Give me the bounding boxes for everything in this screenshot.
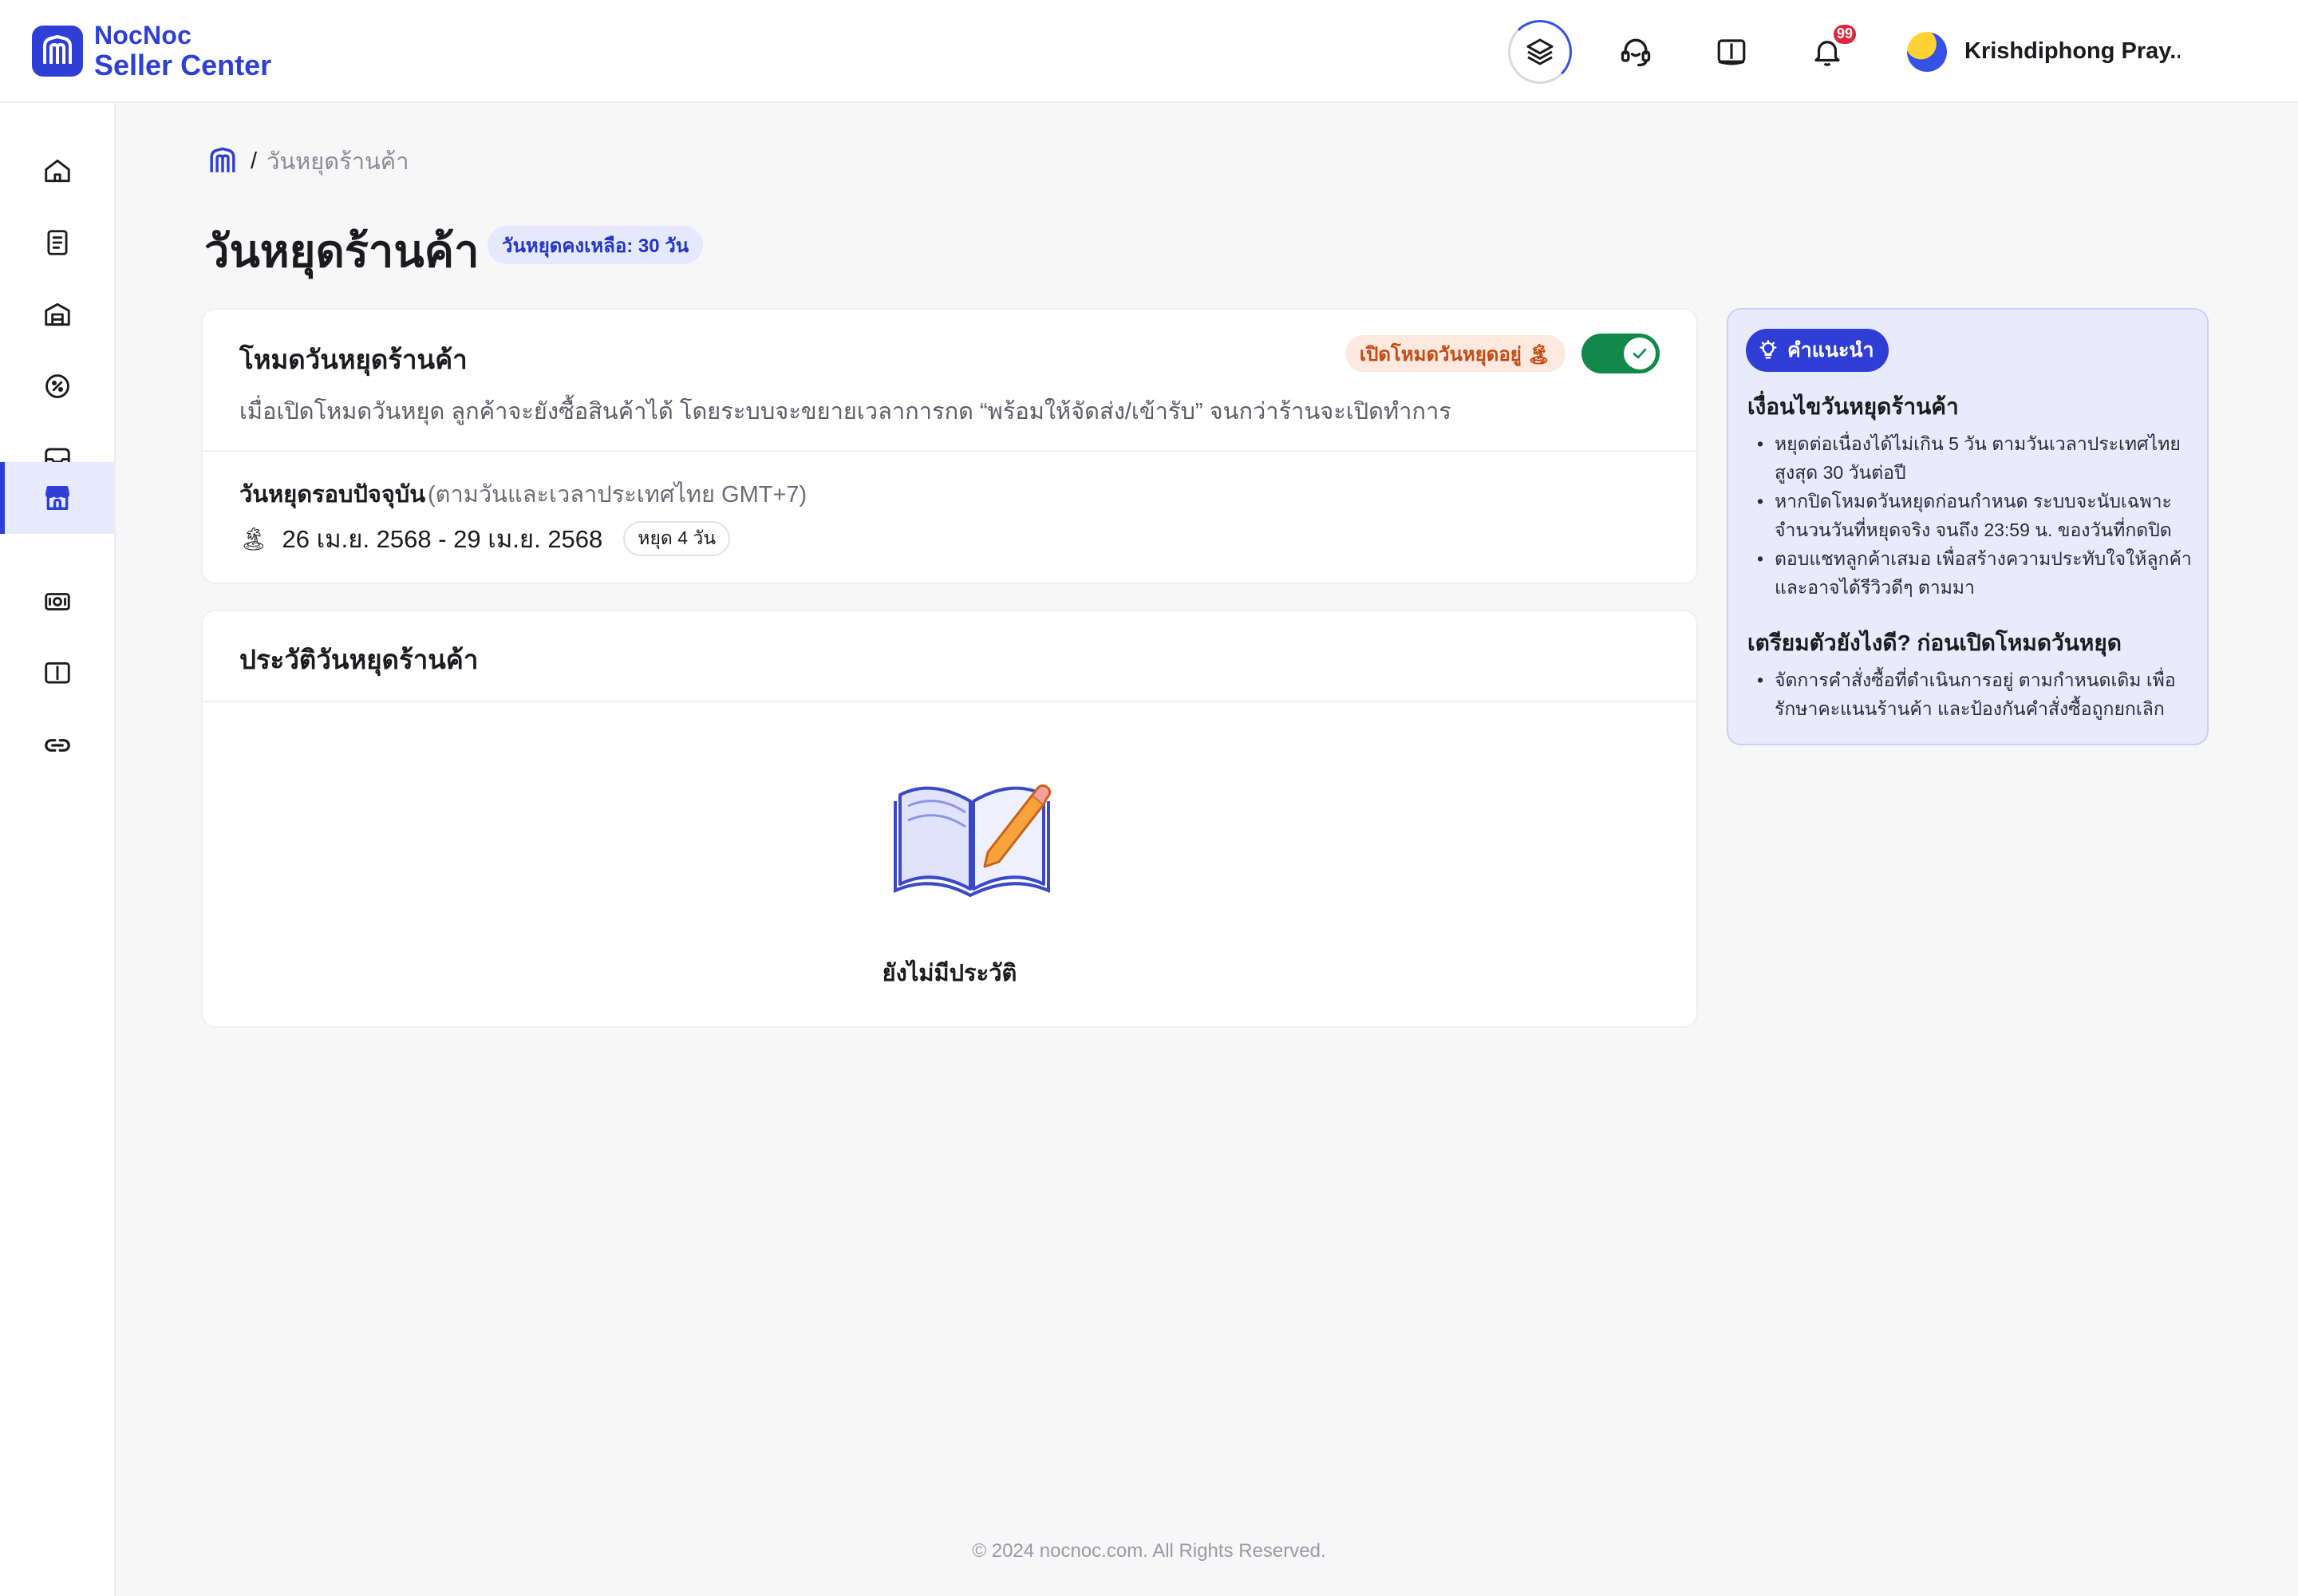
list-item: หากปิดโหมดวันหยุดก่อนกำหนด ระบบจะนับเฉพา… — [1752, 487, 2199, 544]
brand-logo-link[interactable]: NocNoc Seller Center — [32, 22, 271, 80]
holiday-days-chip: หยุด 4 วัน — [623, 521, 731, 556]
sidebar-item-warehouse[interactable] — [0, 279, 114, 350]
sidebar-item-orders[interactable] — [0, 207, 114, 279]
finance-icon — [44, 593, 70, 610]
sidebar-item-home[interactable] — [0, 135, 114, 207]
sidebar-item-guide[interactable] — [0, 638, 114, 709]
vacation-mode-description: เมื่อเปิดโหมดวันหยุด ลูกค้าจะยังซื้อสินค… — [239, 399, 1451, 425]
home-icon — [44, 159, 70, 183]
current-holiday-range: 🏝 26 เม.ย. 2568 - 29 เม.ย. 2568 หยุด 4 ว… — [239, 519, 731, 559]
island-icon: 🏝 — [239, 526, 268, 551]
book-icon — [1717, 38, 1746, 65]
support-button[interactable] — [1604, 20, 1668, 84]
history-title: ประวัติวันหยุดร้านค้า — [239, 645, 479, 674]
vacation-mode-toggle[interactable] — [1581, 334, 1660, 373]
holiday-date-range: 26 เม.ย. 2568 - 29 เม.ย. 2568 — [282, 525, 603, 553]
tips-label: คำแนะนำ — [1787, 339, 1874, 361]
brand-subtitle: Seller Center — [94, 48, 272, 81]
vacation-status-badge: เปิดโหมดวันหยุดอยู่ 🏝 — [1344, 335, 1566, 372]
nocnoc-logo-icon — [32, 25, 83, 77]
tips-section1-title: เงื่อนไขวันหยุดร้านค้า — [1747, 394, 1959, 419]
current-holiday-timezone-note: (ตามวันและเวลาประเทศไทย GMT+7) — [428, 482, 807, 508]
list-item: จัดการคำสั่งซื้อที่ดำเนินการอยู่ ตามกำหน… — [1752, 666, 2199, 723]
breadcrumb-current: วันหยุดร้านค้า — [267, 149, 409, 175]
warehouse-icon — [44, 302, 70, 326]
store-icon — [45, 486, 69, 510]
tips-badge: คำแนะนำ — [1746, 329, 1889, 372]
notifications-button[interactable]: 99 — [1795, 20, 1859, 84]
layers-icon — [1526, 38, 1554, 65]
sidebar-item-store[interactable] — [0, 462, 114, 534]
guide-button[interactable] — [1700, 20, 1763, 84]
nocnoc-home-icon — [210, 147, 235, 172]
breadcrumb-separator: / — [251, 148, 258, 174]
holiday-history-card: ประวัติวันหยุดร้านค้า ยังไม่มีประวัติ — [201, 610, 1698, 1028]
link-icon — [44, 739, 70, 752]
tips-section1-list: หยุดต่อเนื่องได้ไม่เกิน 5 วัน ตามวันเวลา… — [1752, 429, 2199, 602]
sidebar — [0, 103, 116, 1596]
sidebar-item-finance[interactable] — [0, 566, 114, 638]
footer-copyright: © 2024 nocnoc.com. All Rights Reserved. — [972, 1540, 1326, 1562]
empty-book-illustration-icon — [894, 784, 1052, 898]
list-item: ตอบแชทลูกค้าเสมอ เพื่อสร้างความประทับใจใ… — [1752, 544, 2199, 602]
notification-count-badge: 99 — [1831, 22, 1858, 45]
user-menu[interactable]: Krishdiphong Pray... — [1907, 31, 2180, 72]
lightbulb-icon — [1757, 339, 1779, 361]
layers-button[interactable] — [1508, 19, 1572, 84]
brand-name: NocNoc — [94, 20, 192, 49]
user-name: Krishdiphong Pray... — [1964, 38, 2180, 64]
divider — [203, 701, 1696, 702]
orders-icon — [46, 230, 68, 255]
list-item: หยุดต่อเนื่องได้ไม่เกิน 5 วัน ตามวันเวลา… — [1752, 429, 2199, 487]
remaining-days-badge: วันหยุดคงเหลือ: 30 วัน — [488, 226, 704, 264]
history-empty-text: ยังไม่มีประวัติ — [882, 961, 1017, 986]
top-bar: NocNoc Seller Center 99 Krishdiphong Pra… — [0, 0, 2298, 103]
breadcrumb-home-link[interactable] — [207, 146, 238, 176]
sidebar-item-links[interactable] — [0, 709, 114, 781]
sidebar-item-promotions[interactable] — [0, 350, 114, 422]
breadcrumb: / วันหยุดร้านค้า — [207, 144, 409, 179]
current-holiday-label: วันหยุดรอบปัจจุบัน — [239, 482, 426, 508]
tips-section2-list: จัดการคำสั่งซื้อที่ดำเนินการอยู่ ตามกำหน… — [1752, 666, 2199, 723]
tips-section2-title: เตรียมตัวยังไงดี? ก่อนเปิดโหมดวันหยุด — [1747, 630, 2122, 655]
tips-panel: คำแนะนำ เงื่อนไขวันหยุดร้านค้า หยุดต่อเน… — [1727, 308, 2209, 745]
support-icon — [1621, 38, 1651, 66]
vacation-mode-title: โหมดวันหยุดร้านค้า — [239, 345, 468, 374]
book-icon — [44, 662, 70, 684]
vacation-mode-card: โหมดวันหยุดร้านค้า เปิดโหมดวันหยุดอยู่ 🏝… — [201, 308, 1698, 584]
check-icon — [1633, 348, 1647, 359]
avatar — [1907, 31, 1947, 72]
page-title: วันหยุดร้านค้า — [204, 226, 480, 276]
promotion-icon — [45, 374, 69, 398]
toggle-knob — [1624, 338, 1656, 369]
divider — [203, 450, 1696, 452]
